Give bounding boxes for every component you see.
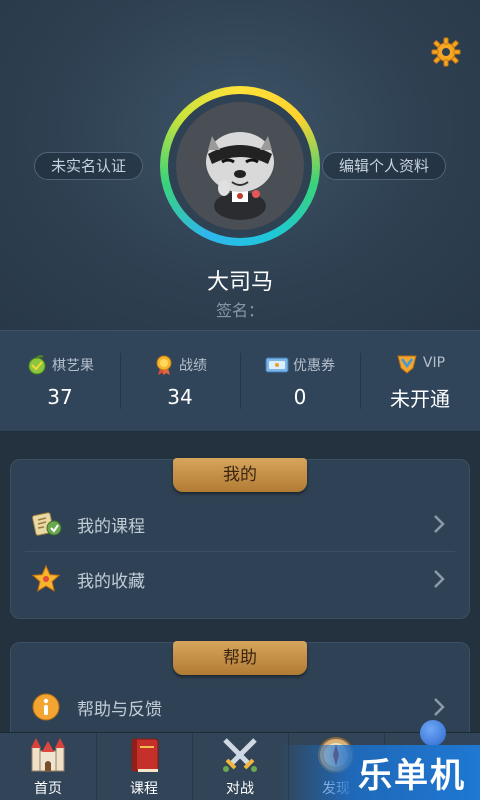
bottom-tab-bar: 首页 课程 对战 发现: [0, 732, 480, 800]
course-book-icon: [29, 507, 63, 541]
help-feedback-row[interactable]: 帮助与反馈: [11, 680, 469, 734]
tab-home[interactable]: 首页: [0, 733, 96, 800]
gear-icon: [431, 37, 461, 67]
stat-coupon[interactable]: 优惠券 0: [240, 331, 360, 431]
avatar[interactable]: [176, 102, 304, 230]
tab-label: 首页: [34, 781, 62, 797]
chevron-right-icon: [434, 515, 445, 533]
compass-icon: [314, 733, 358, 776]
tab-label: 对战: [226, 781, 254, 797]
stat-label: VIP: [422, 354, 446, 371]
stats-bar: 棋艺果 37 战绩 34 优惠券 0 VIP 未开通: [0, 330, 480, 432]
stat-label: 棋艺果: [52, 358, 94, 374]
avatar-ring: [160, 86, 320, 246]
stat-value: 未开通: [390, 386, 450, 411]
chevron-right-icon: [434, 698, 445, 716]
stat-vip[interactable]: VIP 未开通: [360, 331, 480, 431]
tab-battle[interactable]: 对战: [192, 733, 288, 800]
stat-label: 战绩: [179, 358, 207, 374]
mine-card: 我的 我的课程 我的收藏: [10, 458, 470, 619]
coupon-icon: [265, 357, 289, 373]
raccoon-avatar-icon: [206, 132, 274, 220]
settings-button[interactable]: [430, 36, 462, 68]
info-icon: [29, 690, 63, 724]
stat-fruit[interactable]: 棋艺果 37: [0, 331, 120, 431]
castle-icon: [26, 733, 70, 776]
menu-item-label: 我的收藏: [77, 571, 145, 592]
signature: 签名：: [215, 301, 264, 320]
my-courses-row[interactable]: 我的课程: [11, 497, 469, 551]
realname-verify-button[interactable]: 未实名认证: [34, 152, 144, 180]
content-area: 我的 我的课程 我的收藏 帮助 帮助与反馈: [0, 432, 480, 752]
username: 大司马: [206, 270, 273, 295]
chevron-right-icon: [434, 570, 445, 588]
edit-profile-button[interactable]: 编辑个人资料: [321, 152, 446, 180]
help-section-title: 帮助: [173, 641, 307, 675]
book-icon: [122, 733, 166, 776]
stat-record[interactable]: 战绩 34: [120, 331, 240, 431]
star-icon: [29, 562, 63, 596]
fruit-icon: [28, 355, 46, 375]
stat-value: 34: [167, 385, 193, 409]
menu-item-label: 我的课程: [77, 516, 145, 537]
vip-badge-icon: [397, 355, 417, 374]
menu-item-label: 帮助与反馈: [77, 699, 162, 720]
mine-section-title: 我的: [173, 458, 307, 492]
stat-value: 37: [47, 385, 73, 409]
profile-header: 未实名认证 编辑个人资料 大司马 签名：: [0, 0, 480, 330]
watermark-dot: [420, 720, 446, 746]
tab-courses[interactable]: 课程: [96, 733, 192, 800]
tab-discover[interactable]: 发现: [288, 733, 384, 800]
medal-icon: [156, 355, 172, 375]
tab-label: 发现: [322, 781, 350, 797]
crossed-swords-icon: [218, 733, 262, 776]
stat-label: 优惠券: [293, 358, 335, 374]
tab-label: 课程: [130, 781, 158, 797]
profile-icon: [410, 752, 454, 796]
stat-value: 0: [293, 385, 307, 409]
my-favorites-row[interactable]: 我的收藏: [11, 552, 469, 606]
